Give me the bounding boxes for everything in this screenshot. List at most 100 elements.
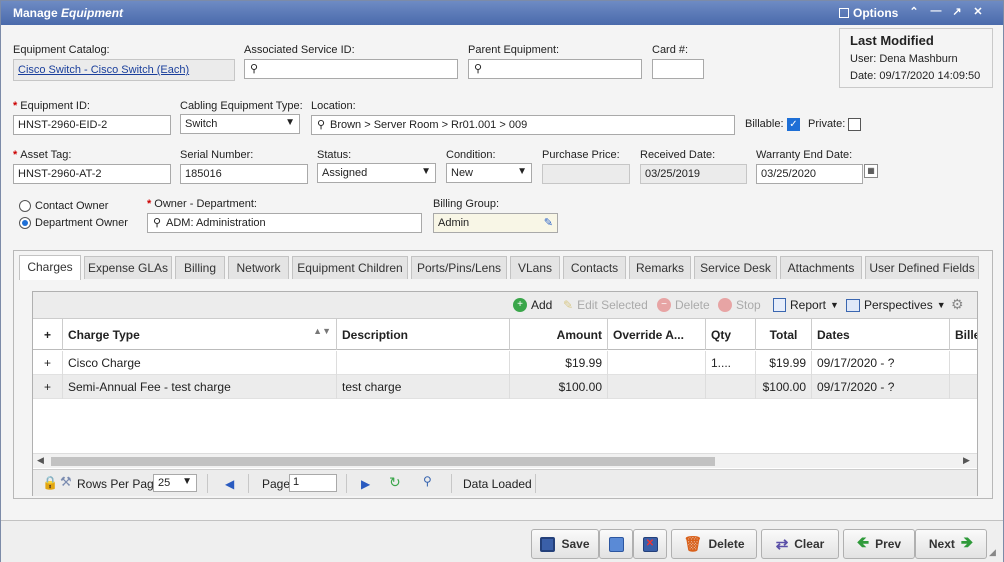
equipment-id-label: * Equipment ID: [13, 100, 90, 112]
column-billed[interactable]: Bille [950, 319, 977, 350]
column-description[interactable]: Description [337, 319, 510, 350]
column-charge-type[interactable]: Charge Type ▲▼ [63, 319, 337, 350]
column-override-amount[interactable]: Override A... [608, 319, 706, 350]
search-icon[interactable]: ⚲ [423, 474, 432, 488]
clear-icon: ⇄ [775, 536, 789, 553]
status-select[interactable]: Assigned ▼ [317, 163, 436, 183]
grid-pager: 🔒 ⚒ Rows Per Page: 25 ▼ ◀ Page: 1 ▶ ↻ ⚲ D… [33, 469, 977, 496]
tab-vlans[interactable]: VLans [510, 256, 560, 279]
tab-equipment-children[interactable]: Equipment Children [292, 256, 408, 279]
parent-equipment-input[interactable]: ⚲ [468, 59, 642, 79]
minimize-icon[interactable]: — [929, 5, 943, 17]
refresh-icon[interactable]: ↻ [389, 474, 401, 491]
tab-user-defined-fields[interactable]: User Defined Fields [865, 256, 979, 279]
wrench-icon[interactable]: ⚒ [60, 474, 72, 490]
scroll-right-icon[interactable]: ▶ [963, 455, 970, 466]
save-and-close-button[interactable]: ✕ [633, 529, 667, 559]
tab-billing[interactable]: Billing [175, 256, 225, 279]
expand-row-button[interactable]: + [33, 351, 63, 375]
delete-row-button[interactable]: − Delete [657, 298, 710, 312]
location-input[interactable]: ⚲ Brown > Server Room > Rr01.001 > 009 [311, 115, 735, 135]
tab-ports-pins-lens[interactable]: Ports/Pins/Lens [411, 256, 507, 279]
edit-selected-button[interactable]: ✎ Edit Selected [563, 298, 648, 312]
perspectives-button[interactable]: Perspectives ▼ [846, 298, 946, 312]
tab-expense-glas[interactable]: Expense GLAs [84, 256, 172, 279]
save-button[interactable]: Save [531, 529, 599, 559]
tab-service-desk[interactable]: Service Desk [694, 256, 777, 279]
divider [248, 474, 249, 493]
clear-button[interactable]: ⇄ Clear [761, 529, 839, 559]
billing-group-input[interactable]: Admin ✎ [433, 213, 558, 233]
billable-label: Billable: [745, 118, 784, 130]
previous-page-icon[interactable]: ◀ [225, 477, 234, 491]
serial-number-label: Serial Number: [180, 149, 254, 161]
tab-contacts[interactable]: Contacts [563, 256, 626, 279]
contact-owner-radio[interactable] [19, 200, 31, 212]
equipment-id-input[interactable]: HNST-2960-EID-2 [13, 115, 171, 135]
warranty-end-date-input[interactable]: 03/25/2020 [756, 164, 863, 184]
scrollbar-thumb[interactable] [51, 457, 715, 466]
private-checkbox[interactable] [848, 118, 861, 131]
resize-grip-icon[interactable]: ◢ [989, 547, 996, 558]
rows-per-page-select[interactable]: 25 ▼ [153, 474, 197, 492]
expand-all-header[interactable]: + [33, 319, 63, 350]
table-row[interactable]: + Semi-Annual Fee - test charge test cha… [33, 375, 977, 399]
tab-network[interactable]: Network [228, 256, 289, 279]
options-icon [839, 8, 849, 18]
cell-total: $100.00 [756, 375, 812, 399]
scroll-left-icon[interactable]: ◀ [37, 455, 44, 466]
lookup-icon: ⚲ [250, 63, 259, 75]
divider [207, 474, 208, 493]
arrow-right-icon: 🡺 [960, 533, 974, 551]
next-button[interactable]: Next 🡺 [915, 529, 987, 559]
close-icon[interactable]: ✕ [971, 5, 985, 18]
horizontal-scrollbar[interactable]: ◀ ▶ [33, 453, 977, 468]
received-date-input[interactable]: 03/25/2019 [640, 164, 747, 184]
expand-row-button[interactable]: + [33, 375, 63, 399]
column-dates[interactable]: Dates [812, 319, 950, 350]
trash-icon: 🗑 [683, 536, 703, 553]
collapse-icon[interactable]: ⌃ [907, 5, 921, 18]
delete-button[interactable]: 🗑 Delete [671, 529, 757, 559]
lock-icon[interactable]: 🔒 [42, 475, 58, 491]
associated-service-id-input[interactable]: ⚲ [244, 59, 458, 79]
pencil-icon: ✎ [563, 298, 574, 312]
chevron-down-icon: ▼ [285, 117, 295, 128]
footer-bar: Save ✕ 🗑 Delete ⇄ Clear 🡸 Prev Next 🡺 ◢ [1, 520, 1003, 562]
report-button[interactable]: Report ▼ [773, 298, 839, 312]
column-qty[interactable]: Qty [706, 319, 756, 350]
equipment-catalog-link[interactable]: Cisco Switch - Cisco Switch (Each) [18, 64, 189, 76]
popout-icon[interactable]: ↗ [950, 5, 964, 18]
add-button[interactable]: + Add [513, 298, 552, 312]
cell-charge-type: Semi-Annual Fee - test charge [63, 375, 337, 399]
options-menu[interactable]: Options [839, 6, 898, 20]
prev-button[interactable]: 🡸 Prev [843, 529, 915, 559]
cell-description [337, 351, 510, 375]
asset-tag-input[interactable]: HNST-2960-AT-2 [13, 164, 171, 184]
calendar-icon[interactable]: ▦ [864, 164, 878, 178]
column-amount[interactable]: Amount [510, 319, 608, 350]
purchase-price-input[interactable] [542, 164, 630, 184]
cell-billed [950, 375, 977, 399]
next-page-icon[interactable]: ▶ [361, 477, 370, 491]
cabling-equipment-type-select[interactable]: Switch ▼ [180, 114, 300, 134]
billable-checkbox[interactable]: ✓ [787, 118, 800, 131]
report-icon [773, 298, 786, 312]
stop-button[interactable]: Stop [718, 298, 761, 312]
gear-icon[interactable]: ⚙ [951, 296, 964, 313]
owner-department-input[interactable]: ⚲ ADM: Administration [147, 213, 422, 233]
tab-remarks[interactable]: Remarks [629, 256, 691, 279]
condition-select[interactable]: New ▼ [446, 163, 532, 183]
department-owner-radio[interactable] [19, 217, 31, 229]
table-row[interactable]: + Cisco Charge $19.99 1.... $19.99 09/17… [33, 351, 977, 375]
column-total[interactable]: Total [756, 319, 812, 350]
card-number-input[interactable] [652, 59, 704, 79]
required-marker: * [13, 100, 18, 112]
page-input[interactable]: 1 [289, 474, 337, 492]
location-label: Location: [311, 100, 356, 112]
save-and-new-button[interactable] [599, 529, 633, 559]
edit-pencil-icon[interactable]: ✎ [544, 216, 553, 229]
serial-number-input[interactable]: 185016 [180, 164, 308, 184]
tab-attachments[interactable]: Attachments [780, 256, 862, 279]
tab-charges[interactable]: Charges [19, 255, 81, 280]
